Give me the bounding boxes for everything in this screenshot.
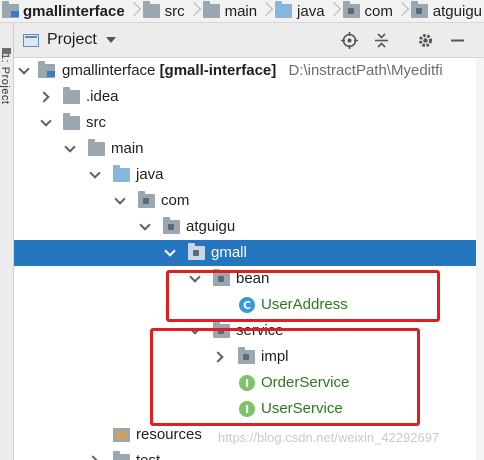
package-icon <box>138 191 155 208</box>
project-view-icon <box>23 33 39 47</box>
tree-item-java[interactable]: java <box>14 162 484 188</box>
chevron-right-icon[interactable] <box>215 352 225 362</box>
resources-folder-icon <box>113 428 130 442</box>
chevron-right-icon[interactable] <box>41 92 51 102</box>
package-icon <box>188 243 205 260</box>
tree-item-user-service[interactable]: I UserService <box>14 396 484 422</box>
chevron-right-icon[interactable] <box>90 456 100 460</box>
breadcrumb-item-main[interactable]: main <box>202 0 260 22</box>
chevron-down-icon[interactable] <box>90 170 100 180</box>
module-folder-icon <box>2 1 19 18</box>
folder-icon <box>113 451 130 460</box>
chevron-down-icon[interactable] <box>115 196 125 206</box>
folder-icon <box>63 113 80 130</box>
tree-item-label: test <box>136 452 160 460</box>
root-module-tag: [gmall-interface] <box>159 62 277 79</box>
breadcrumb-label: gmallinterface <box>23 2 125 20</box>
tree-item-label: main <box>111 140 144 157</box>
chevron-down-icon[interactable] <box>19 66 29 76</box>
breadcrumb-item-src[interactable]: src <box>142 0 187 22</box>
locate-icon[interactable] <box>339 30 359 50</box>
tree-item-main[interactable]: main <box>14 136 484 162</box>
tree-item-impl[interactable]: impl <box>14 344 484 370</box>
breadcrumb-label: src <box>164 2 185 20</box>
tree-item-order-service[interactable]: I OrderService <box>14 370 484 396</box>
package-icon <box>213 269 230 286</box>
chevron-right-icon <box>397 0 407 22</box>
tree-item-label: gmall <box>211 244 247 261</box>
breadcrumb-label: java <box>297 2 325 20</box>
tree-item-label: src <box>86 114 106 131</box>
tree-item-label: OrderService <box>261 374 350 391</box>
tool-window-strip: 1: Project <box>0 23 14 460</box>
interface-icon: I <box>239 375 255 391</box>
chevron-down-icon[interactable] <box>165 248 175 258</box>
project-view-selector[interactable]: Project <box>47 31 97 49</box>
breadcrumb-item-com[interactable]: com <box>342 0 395 22</box>
tree-item-label: com <box>161 192 190 209</box>
chevron-right-icon <box>189 0 199 22</box>
tree-item-bean[interactable]: bean <box>14 266 484 292</box>
tree-item-label: service <box>236 322 284 339</box>
tree-item-label: .idea <box>86 88 119 105</box>
tree-item-label: impl <box>261 348 289 365</box>
tree-item-idea[interactable]: .idea <box>14 84 484 110</box>
breadcrumb-item-atguigu[interactable]: atguigu <box>410 0 484 22</box>
breadcrumb-item-java[interactable]: java <box>275 0 327 22</box>
tree-item-test[interactable]: test <box>14 448 484 460</box>
minimize-icon[interactable] <box>447 30 467 50</box>
module-folder-icon <box>38 61 55 78</box>
chevron-down-icon[interactable] <box>65 144 75 154</box>
folder-icon <box>142 1 160 18</box>
folder-icon <box>202 1 220 18</box>
tree-item-label: UserService <box>261 400 343 417</box>
breadcrumb: gmallinterface src main java com atguigu <box>0 0 484 23</box>
package-icon <box>163 217 180 234</box>
gear-icon[interactable] <box>415 30 435 50</box>
source-folder-icon <box>275 1 293 18</box>
class-icon: C <box>239 297 255 313</box>
chevron-right-icon <box>129 0 139 22</box>
tree-item-label: gmallinterface [gmall-interface] D:\inst… <box>62 62 443 79</box>
breadcrumb-label: com <box>364 2 393 20</box>
breadcrumb-label: main <box>224 2 258 20</box>
tree-item-service[interactable]: service <box>14 318 484 344</box>
breadcrumb-label: atguigu <box>432 2 483 20</box>
tree-item-com[interactable]: com <box>14 188 484 214</box>
source-folder-icon <box>113 165 130 182</box>
package-icon <box>342 1 360 18</box>
breadcrumb-item-gmallinterface[interactable]: gmallinterface <box>0 0 127 22</box>
chevron-right-icon <box>329 0 339 22</box>
root-module-path: D:\instractPath\Myeditfi <box>288 62 443 79</box>
root-module-name: gmallinterface <box>62 62 156 79</box>
tree-item-src[interactable]: src <box>14 110 484 136</box>
tree-item-user-address[interactable]: C UserAddress <box>14 292 484 318</box>
tool-window-tab-project[interactable]: 1: Project <box>0 53 11 104</box>
collapse-all-icon[interactable] <box>371 30 391 50</box>
folder-icon <box>88 139 105 156</box>
package-icon <box>410 1 428 18</box>
chevron-down-icon[interactable] <box>190 326 200 336</box>
package-icon <box>238 347 255 364</box>
chevron-down-icon[interactable] <box>41 118 51 128</box>
interface-icon: I <box>239 401 255 417</box>
tree-item-atguigu[interactable]: atguigu <box>14 214 484 240</box>
tree-item-label: bean <box>236 270 270 287</box>
chevron-right-icon <box>261 0 271 22</box>
chevron-down-icon[interactable] <box>190 274 200 284</box>
tree-item-root-module[interactable]: gmallinterface [gmall-interface] D:\inst… <box>14 58 484 84</box>
vertical-scrollbar[interactable] <box>476 58 484 460</box>
project-tree: gmallinterface [gmall-interface] D:\inst… <box>14 58 484 460</box>
tree-item-label: resources <box>136 426 202 443</box>
watermark: https://blog.csdn.net/weixin_42292697 <box>218 430 440 445</box>
chevron-down-icon[interactable] <box>140 222 150 232</box>
folder-icon <box>63 87 80 104</box>
package-icon <box>213 321 230 338</box>
chevron-down-icon[interactable] <box>105 37 116 43</box>
tree-item-label: UserAddress <box>261 296 348 313</box>
tree-item-label: java <box>136 166 164 183</box>
tree-item-gmall[interactable]: gmall <box>14 240 484 266</box>
project-panel-header: Project <box>14 23 484 58</box>
tree-item-label: atguigu <box>186 218 236 235</box>
